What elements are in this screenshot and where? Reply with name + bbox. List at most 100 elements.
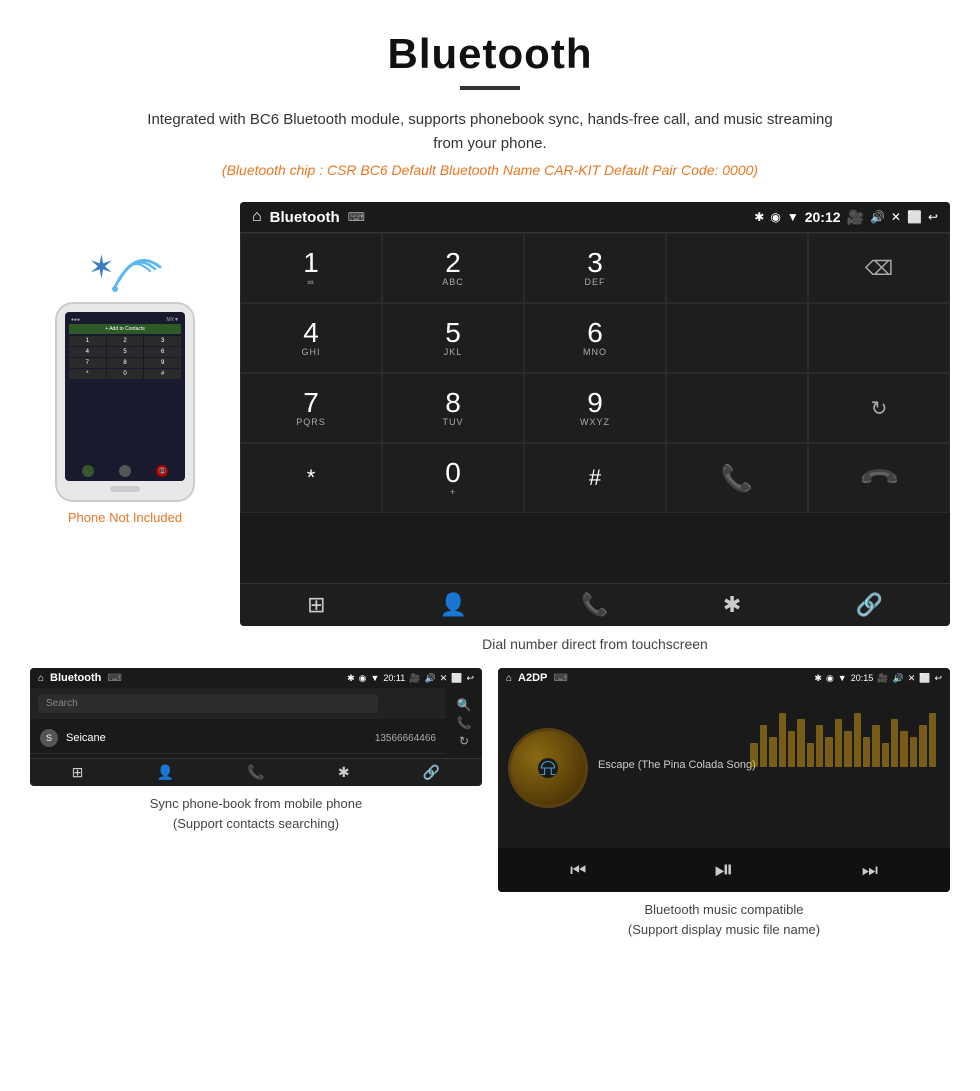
pb-status-right: ✱ ◉ ▼ 20:11 🎥 🔊 ✕ ⬜ ↩ bbox=[347, 673, 474, 684]
car-bottom-nav: ⊞ 👤 📞 ✱ 🔗 bbox=[240, 583, 950, 626]
page-specs: (Bluetooth chip : CSR BC6 Default Blueto… bbox=[20, 162, 960, 178]
pb-panel-inner: Search S Seicane 13566664466 🔍 📞 bbox=[30, 688, 482, 758]
usb-icon: ⌨ bbox=[348, 210, 365, 224]
close-status-icon[interactable]: ✕ bbox=[891, 210, 901, 224]
bluetooth-status-icon: ✱ bbox=[754, 210, 764, 224]
dial-backspace[interactable]: ⌫ bbox=[808, 233, 950, 303]
phone-not-included-label: Phone Not Included bbox=[68, 510, 182, 525]
music-vol-icon: 🔊 bbox=[892, 673, 903, 684]
dial-key-4[interactable]: 4GHI bbox=[240, 303, 382, 373]
car-unit-display: ⌂ Bluetooth ⌨ ✱ ◉ ▼ 20:12 🎥 🔊 ✕ ⬜ ↩ bbox=[240, 202, 950, 668]
pb-bt-icon: ✱ bbox=[347, 673, 355, 684]
pb-contact-initial: S bbox=[40, 729, 58, 747]
pb-search-icon[interactable]: 🔍 bbox=[457, 698, 472, 712]
status-right-area: ✱ ◉ ▼ 20:12 🎥 🔊 ✕ ⬜ ↩ bbox=[754, 209, 938, 226]
phone-illustration: ✶ ●●● MX▼ + Add to Contacts 123 456 789 bbox=[30, 202, 220, 525]
car-screen: ⌂ Bluetooth ⌨ ✱ ◉ ▼ 20:12 🎥 🔊 ✕ ⬜ ↩ bbox=[240, 202, 950, 626]
page-header: Bluetooth Integrated with BC6 Bluetooth … bbox=[0, 0, 980, 202]
dial-call-red[interactable]: 📞 bbox=[808, 443, 950, 513]
wifi-arcs-icon bbox=[110, 237, 165, 297]
music-status-bar: ⌂ A2DP ⌨ ✱ ◉ ▼ 20:15 🎥 🔊 ✕ ⬜ ↩ bbox=[498, 668, 950, 688]
main-content: ✶ ●●● MX▼ + Add to Contacts 123 456 789 bbox=[0, 202, 980, 668]
dial-key-1[interactable]: 1∞ bbox=[240, 233, 382, 303]
music-album-art: ⍾ bbox=[508, 728, 588, 808]
music-prev-btn[interactable]: ⏮ bbox=[570, 860, 586, 881]
music-close-icon[interactable]: ✕ bbox=[908, 673, 916, 684]
pb-refresh-icon[interactable]: ↻ bbox=[459, 734, 469, 748]
signal-status-icon: ▼ bbox=[787, 210, 799, 224]
pb-nav-dialpad[interactable]: ⊞ bbox=[72, 764, 84, 781]
dial-key-0[interactable]: 0+ bbox=[382, 443, 524, 513]
pb-time: 20:11 bbox=[383, 673, 405, 684]
music-back-icon[interactable]: ↩ bbox=[934, 673, 942, 684]
pb-nav-phone[interactable]: 📞 bbox=[247, 764, 264, 781]
pb-back-icon[interactable]: ↩ bbox=[466, 673, 474, 684]
dial-call-green[interactable]: 📞 bbox=[666, 443, 808, 513]
dial-key-star[interactable]: * bbox=[240, 443, 382, 513]
nav-dialpad-icon[interactable]: ⊞ bbox=[307, 592, 325, 618]
music-loc-icon: ◉ bbox=[826, 673, 834, 684]
dial-key-5[interactable]: 5JKL bbox=[382, 303, 524, 373]
music-playpause-btn[interactable]: ⏯ bbox=[714, 856, 733, 884]
pb-call-icon[interactable]: 📞 bbox=[457, 716, 472, 730]
dial-key-hash[interactable]: # bbox=[524, 443, 666, 513]
bluetooth-signal-illustration: ✶ bbox=[80, 232, 170, 302]
pb-home-icon[interactable]: ⌂ bbox=[38, 673, 44, 684]
pb-contact-list: S Seicane 13566664466 bbox=[30, 719, 446, 758]
pb-loc-icon: ◉ bbox=[359, 673, 367, 684]
pb-search-box[interactable]: Search bbox=[38, 694, 378, 713]
volume-status-icon: 🔊 bbox=[870, 210, 885, 224]
dial-refresh[interactable]: ↻ bbox=[808, 373, 950, 443]
music-window-icon[interactable]: ⬜ bbox=[919, 673, 930, 684]
dial-key-6[interactable]: 6MNO bbox=[524, 303, 666, 373]
music-controls: ⏮ ⏯ ⏭ bbox=[498, 848, 950, 892]
nav-bluetooth-icon[interactable]: ✱ bbox=[723, 592, 741, 618]
dial-key-7[interactable]: 7PQRS bbox=[240, 373, 382, 443]
home-icon[interactable]: ⌂ bbox=[252, 208, 262, 226]
dial-empty-2 bbox=[666, 303, 808, 373]
pb-close-icon[interactable]: ✕ bbox=[440, 673, 448, 684]
pb-bottom-nav: ⊞ 👤 📞 ✱ 🔗 bbox=[30, 758, 482, 786]
camera-status-icon: 🎥 bbox=[847, 209, 864, 226]
back-status-icon[interactable]: ↩ bbox=[928, 210, 938, 224]
music-main-area: ⍾ Escape (The Pina Colada Song) bbox=[498, 688, 950, 848]
car-screen-title: Bluetooth bbox=[270, 209, 340, 226]
dial-key-9[interactable]: 9WXYZ bbox=[524, 373, 666, 443]
nav-contacts-icon[interactable]: 👤 bbox=[440, 592, 467, 618]
music-next-btn[interactable]: ⏭ bbox=[862, 860, 878, 881]
music-equalizer bbox=[746, 759, 940, 777]
dial-caption: Dial number direct from touchscreen bbox=[240, 636, 950, 652]
pb-nav-link[interactable]: 🔗 bbox=[423, 764, 440, 781]
pb-contact-item[interactable]: S Seicane 13566664466 bbox=[30, 723, 446, 754]
music-bt-icon: ✱ bbox=[814, 673, 822, 684]
dial-empty-3 bbox=[808, 303, 950, 373]
pb-search-row: Search bbox=[30, 688, 446, 719]
phone-end-btn: 📵 bbox=[156, 465, 168, 477]
dial-key-8[interactable]: 8TUV bbox=[382, 373, 524, 443]
phone-call-btn: 📞 bbox=[82, 465, 94, 477]
dial-key-2[interactable]: 2ABC bbox=[382, 233, 524, 303]
music-home-icon[interactable]: ⌂ bbox=[506, 673, 512, 684]
title-underline bbox=[460, 86, 520, 90]
pb-nav-bt[interactable]: ✱ bbox=[338, 764, 350, 781]
nav-phone-icon[interactable]: 📞 bbox=[581, 592, 608, 618]
dial-empty-1 bbox=[666, 233, 808, 303]
dial-empty-4 bbox=[666, 373, 808, 443]
pb-usb-icon: ⌨ bbox=[107, 673, 121, 684]
music-title: A2DP bbox=[518, 672, 547, 684]
pb-right-col: 🔍 📞 ↻ bbox=[446, 688, 482, 758]
dial-key-3[interactable]: 3DEF bbox=[524, 233, 666, 303]
phone-status-bar: ●●● MX▼ bbox=[69, 316, 181, 324]
page-title: Bluetooth bbox=[20, 30, 960, 78]
pb-title: Bluetooth bbox=[50, 672, 101, 684]
status-time: 20:12 bbox=[805, 209, 841, 225]
pb-nav-contacts[interactable]: 👤 bbox=[157, 764, 174, 781]
dialpad-grid: 1∞ 2ABC 3DEF ⌫ 4GHI 5JKL bbox=[240, 232, 950, 583]
pb-window-icon[interactable]: ⬜ bbox=[451, 673, 462, 684]
pb-status-bar: ⌂ Bluetooth ⌨ ✱ ◉ ▼ 20:11 🎥 🔊 ✕ ⬜ ↩ bbox=[30, 668, 482, 688]
window-status-icon[interactable]: ⬜ bbox=[907, 210, 922, 224]
pb-contact-name: Seicane bbox=[66, 732, 375, 744]
nav-link-icon[interactable]: 🔗 bbox=[855, 592, 882, 618]
pb-signal-icon: ▼ bbox=[370, 673, 379, 684]
music-time: 20:15 bbox=[851, 673, 874, 684]
